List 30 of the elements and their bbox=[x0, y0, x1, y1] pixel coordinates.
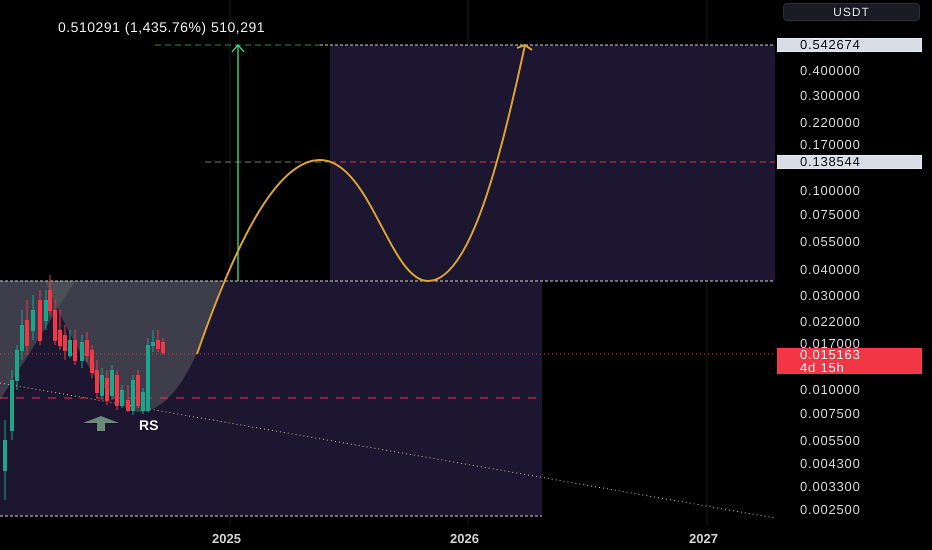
countdown: 4d 15h bbox=[800, 361, 846, 374]
price-label: 0.170000 bbox=[800, 138, 861, 152]
annotation-label: RS bbox=[139, 417, 158, 433]
price-label: 0.005500 bbox=[800, 434, 861, 448]
price-label: 0.007500 bbox=[800, 407, 861, 421]
price-label: 0.300000 bbox=[800, 89, 861, 103]
candlestick bbox=[38, 290, 42, 346]
price-label: 0.010000 bbox=[800, 383, 861, 397]
year-label: 2025 bbox=[212, 531, 241, 546]
price-label: 0.030000 bbox=[800, 289, 861, 303]
price-label: 0.022000 bbox=[800, 315, 861, 329]
price-label: 0.400000 bbox=[800, 64, 861, 78]
candlestick bbox=[31, 294, 35, 340]
price-label: 0.220000 bbox=[800, 116, 861, 130]
price-tag: 0.138544 bbox=[777, 155, 922, 169]
year-label: 2026 bbox=[450, 531, 479, 546]
price-label: 0.017000 bbox=[800, 337, 861, 351]
price-label: 0.003300 bbox=[800, 480, 861, 494]
price-label: 0.004300 bbox=[800, 457, 861, 471]
price-tag: 0.542674 bbox=[777, 38, 922, 52]
year-label: 2027 bbox=[689, 531, 718, 546]
measure-label: 0.510291 (1,435.76%) 510,291 bbox=[58, 19, 266, 35]
price-label: 0.100000 bbox=[800, 184, 861, 198]
last-price: 0.015163 bbox=[800, 348, 862, 361]
price-label: 0.040000 bbox=[800, 263, 861, 277]
currency-button[interactable]: USDT bbox=[783, 3, 920, 21]
up-arrow-icon bbox=[83, 415, 119, 431]
price-label: 0.055000 bbox=[800, 235, 861, 249]
price-label: 0.002500 bbox=[800, 503, 861, 517]
price-label: 0.075000 bbox=[800, 208, 861, 222]
